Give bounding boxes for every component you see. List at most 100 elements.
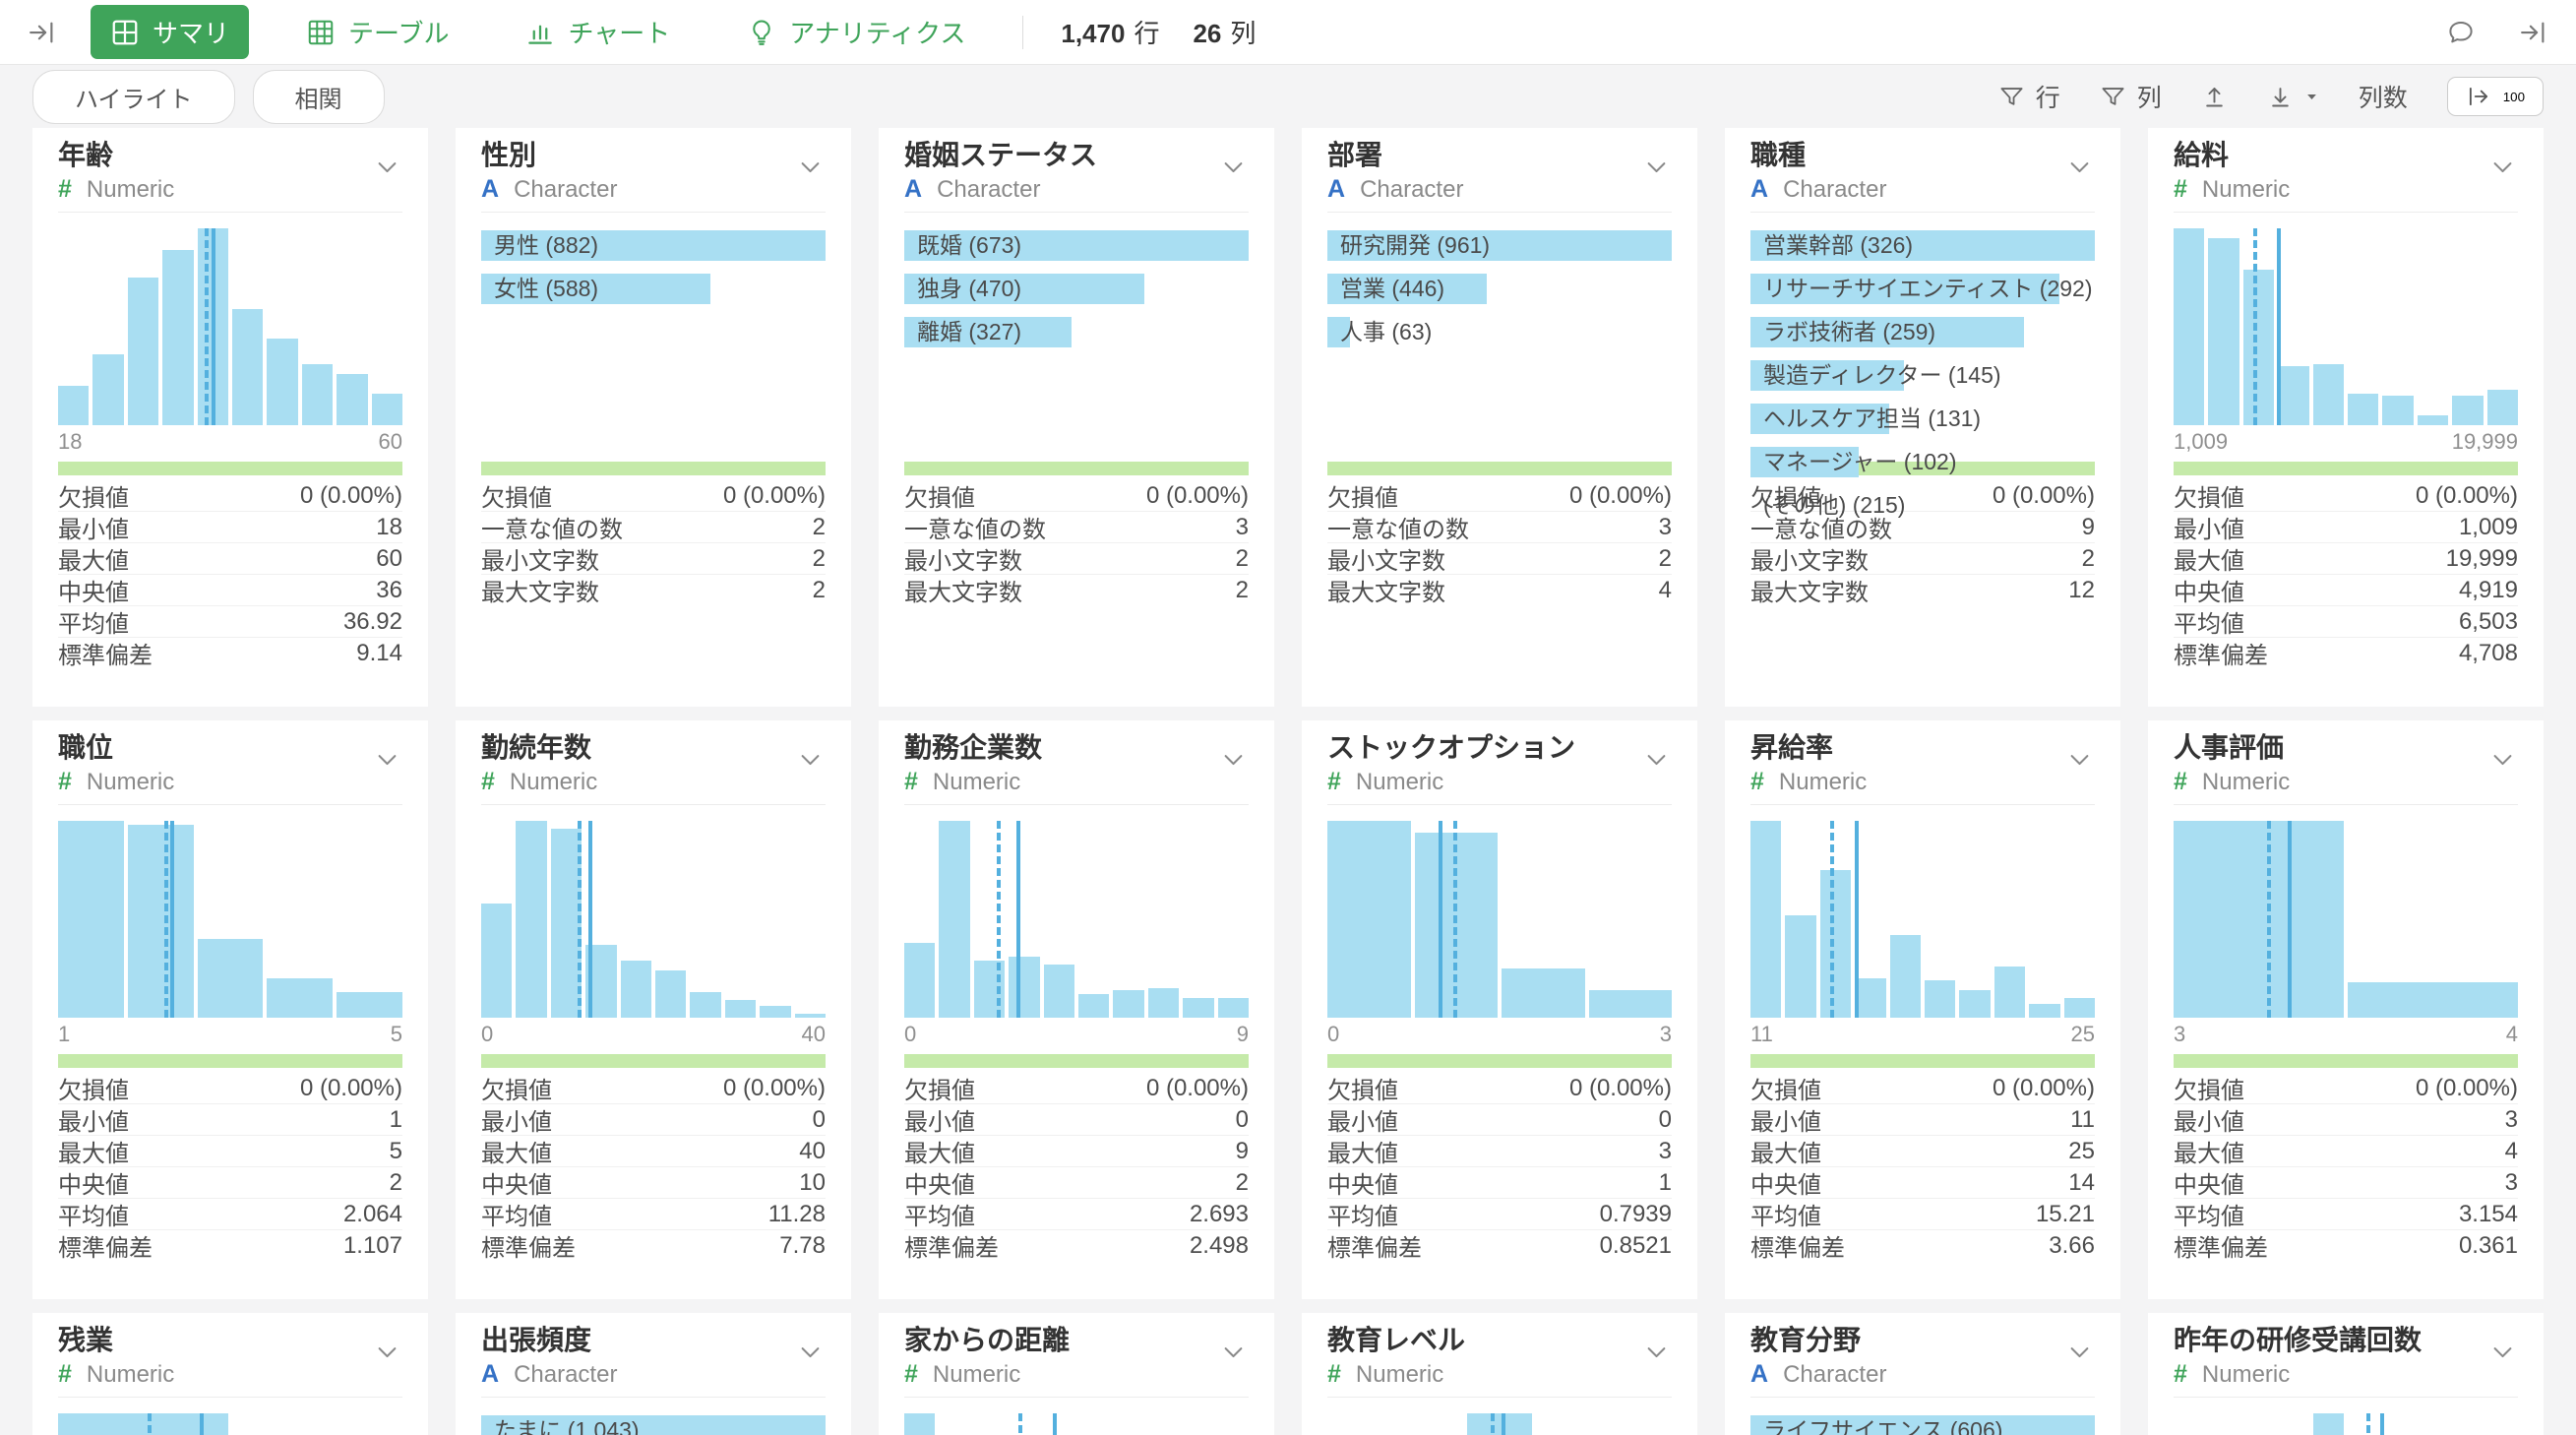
histogram-bar[interactable] <box>1959 990 1990 1018</box>
histogram-bar[interactable] <box>198 939 264 1018</box>
histogram-bar[interactable] <box>939 821 969 1018</box>
histogram-bar[interactable] <box>1925 980 1955 1018</box>
histogram-bar[interactable] <box>58 386 89 425</box>
histogram-bar[interactable] <box>1078 994 1109 1018</box>
category-bar-row[interactable]: 人事 (63) <box>1327 317 1672 347</box>
histogram-bar[interactable] <box>1009 957 1039 1018</box>
histogram-bar[interactable] <box>2029 1004 2059 1018</box>
chevron-down-icon[interactable] <box>370 1335 404 1372</box>
histogram-bar[interactable] <box>162 250 193 425</box>
collapse-right-panel-icon[interactable] <box>2519 18 2548 47</box>
chevron-down-icon[interactable] <box>1639 150 1674 187</box>
histogram-bar[interactable] <box>1218 998 1249 1018</box>
histogram-bar[interactable] <box>1855 978 1885 1018</box>
histogram-bar[interactable] <box>516 821 546 1018</box>
histogram-bar[interactable] <box>1467 1413 1533 1435</box>
histogram-bar[interactable] <box>1183 998 1213 1018</box>
chevron-down-icon[interactable] <box>370 150 404 187</box>
histogram-bar[interactable] <box>1589 990 1673 1018</box>
chevron-down-icon[interactable] <box>2485 1335 2520 1372</box>
histogram-bar[interactable] <box>58 821 124 1018</box>
category-bar-row[interactable]: ラボ技術者 (259) <box>1750 317 2095 347</box>
move-down-icon[interactable] <box>2267 84 2319 110</box>
histogram-bar[interactable] <box>267 978 333 1018</box>
histogram-bar[interactable] <box>337 992 402 1018</box>
chevron-down-icon[interactable] <box>1216 742 1251 780</box>
histogram-bar[interactable] <box>2348 394 2378 425</box>
category-bar-row[interactable]: 女性 (588) <box>481 274 826 304</box>
correlation-button[interactable]: 相関 <box>253 70 385 124</box>
histogram-bar[interactable] <box>1750 821 1781 1018</box>
filter-rows-button[interactable]: 行 <box>1998 79 2060 114</box>
category-bar-row[interactable]: 営業幹部 (326) <box>1750 230 2095 261</box>
histogram-bar[interactable] <box>795 1014 826 1018</box>
histogram-bar[interactable] <box>337 374 367 425</box>
tab-analytics[interactable]: アナリティクス <box>727 5 985 59</box>
chevron-down-icon[interactable] <box>793 150 828 187</box>
category-bar-row[interactable]: 男性 (882) <box>481 230 826 261</box>
histogram-bar[interactable] <box>267 339 297 425</box>
histogram-bar[interactable] <box>2174 228 2204 425</box>
chevron-down-icon[interactable] <box>1639 1335 1674 1372</box>
column-count-control[interactable]: 100 <box>2447 77 2544 116</box>
chevron-down-icon[interactable] <box>1216 150 1251 187</box>
chevron-down-icon[interactable] <box>793 742 828 780</box>
chevron-down-icon[interactable] <box>1216 1335 1251 1372</box>
category-bar-row[interactable]: 研究開発 (961) <box>1327 230 1672 261</box>
chevron-down-icon[interactable] <box>2062 150 2097 187</box>
chevron-down-icon[interactable] <box>2485 742 2520 780</box>
histogram-bar[interactable] <box>1890 935 1921 1018</box>
histogram-bar[interactable] <box>481 904 512 1018</box>
histogram-bar[interactable] <box>2487 390 2518 425</box>
category-bar-row[interactable]: 独身 (470) <box>904 274 1249 304</box>
histogram-bar[interactable] <box>1044 965 1074 1018</box>
histogram-bar[interactable] <box>655 970 686 1018</box>
tab-chart[interactable]: チャート <box>506 5 690 59</box>
histogram-bar[interactable] <box>372 394 402 425</box>
histogram-bar[interactable] <box>2174 821 2344 1018</box>
histogram-bar[interactable] <box>1327 821 1411 1018</box>
histogram-bar[interactable] <box>1785 915 1815 1018</box>
histogram-bar[interactable] <box>302 364 333 425</box>
category-bar-row[interactable]: マネージャー (102) <box>1750 447 2095 477</box>
histogram-bar[interactable] <box>1994 967 2025 1018</box>
chevron-down-icon[interactable] <box>793 1335 828 1372</box>
histogram-bar[interactable] <box>92 354 123 425</box>
histogram-bar[interactable] <box>128 825 194 1018</box>
tab-table[interactable]: テーブル <box>286 5 468 59</box>
category-bar-row[interactable]: リサーチサイエンティスト (292) <box>1750 274 2095 304</box>
tab-summary[interactable]: サマリ <box>91 5 249 59</box>
collapse-left-panel-icon[interactable] <box>28 18 57 47</box>
histogram-bar[interactable] <box>2208 238 2239 425</box>
histogram-bar[interactable] <box>2452 396 2483 425</box>
histogram-bar[interactable] <box>2243 270 2274 425</box>
chevron-down-icon[interactable] <box>2062 742 2097 780</box>
chevron-down-icon[interactable] <box>1639 742 1674 780</box>
histogram-bar[interactable] <box>2313 1413 2344 1435</box>
category-bar-row[interactable]: 既婚 (673) <box>904 230 1249 261</box>
comment-icon[interactable] <box>2446 18 2476 47</box>
histogram-bar[interactable] <box>760 1006 790 1018</box>
histogram-bar[interactable] <box>128 278 158 425</box>
category-bar-row[interactable]: 営業 (446) <box>1327 274 1672 304</box>
category-bar-row[interactable]: 製造ディレクター (145) <box>1750 360 2095 391</box>
histogram-bar[interactable] <box>690 992 720 1018</box>
chevron-down-icon[interactable] <box>2062 1335 2097 1372</box>
category-bar-row[interactable]: (その他) (215) <box>1750 490 2095 521</box>
category-bar-row[interactable]: ヘルスケア担当 (131) <box>1750 404 2095 434</box>
histogram-bar[interactable] <box>2418 415 2448 425</box>
histogram-bar[interactable] <box>2278 366 2308 425</box>
histogram-bar[interactable] <box>2313 364 2344 425</box>
histogram-bar[interactable] <box>1148 988 1179 1018</box>
histogram-bar[interactable] <box>621 961 651 1018</box>
highlight-button[interactable]: ハイライト <box>32 70 235 124</box>
histogram-bar[interactable] <box>2348 982 2518 1018</box>
histogram-bar[interactable] <box>904 943 935 1018</box>
histogram-bar[interactable] <box>1113 990 1143 1018</box>
histogram-bar[interactable] <box>2382 396 2413 425</box>
histogram-bar[interactable] <box>725 1000 756 1018</box>
histogram-bar[interactable] <box>1502 968 1585 1018</box>
move-up-icon[interactable] <box>2201 84 2228 110</box>
histogram-bar[interactable] <box>2064 998 2095 1018</box>
histogram-bar[interactable] <box>904 1413 935 1435</box>
